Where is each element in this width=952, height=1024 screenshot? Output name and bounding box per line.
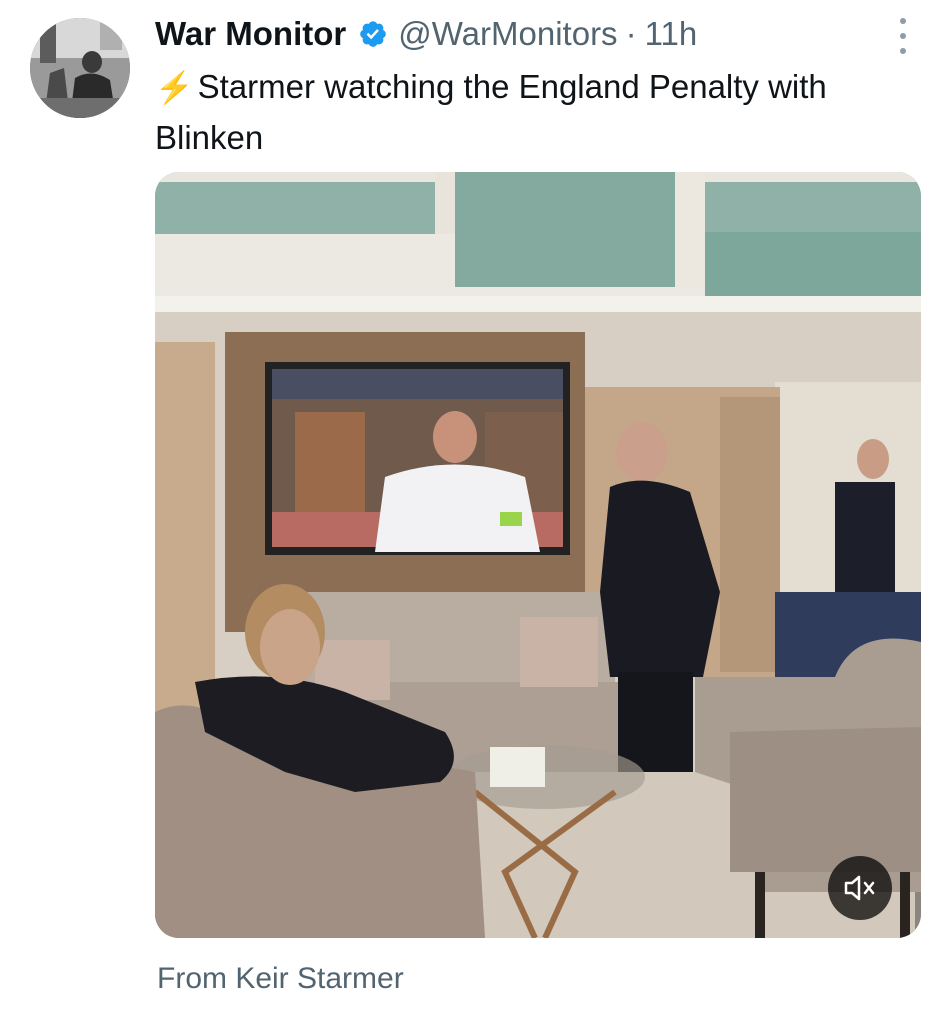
author-handle[interactable]: @WarMonitors [398,15,617,53]
mute-glyph [844,875,875,901]
tweet-timestamp[interactable]: 11h [645,15,698,53]
lightning-emoji: ⚡ [155,70,194,105]
verified-badge-icon [360,21,387,47]
video-player[interactable] [155,172,921,938]
video-frame [155,172,921,938]
separator-dot: · [625,15,637,52]
tweet-header: War Monitor @WarMonitors · 11h [155,12,697,56]
more-vertical-icon[interactable] [892,18,914,54]
avatar-image [30,18,130,118]
speaker-muted-icon[interactable] [828,856,892,920]
author-name[interactable]: War Monitor [155,15,346,53]
tweet-text: ⚡ Starmer watching the England Penalty wi… [155,62,895,163]
tweet-body: Starmer watching the England Penalty wit… [155,68,827,156]
media-source-label[interactable]: From Keir Starmer [157,962,404,996]
author-avatar[interactable] [30,18,130,118]
